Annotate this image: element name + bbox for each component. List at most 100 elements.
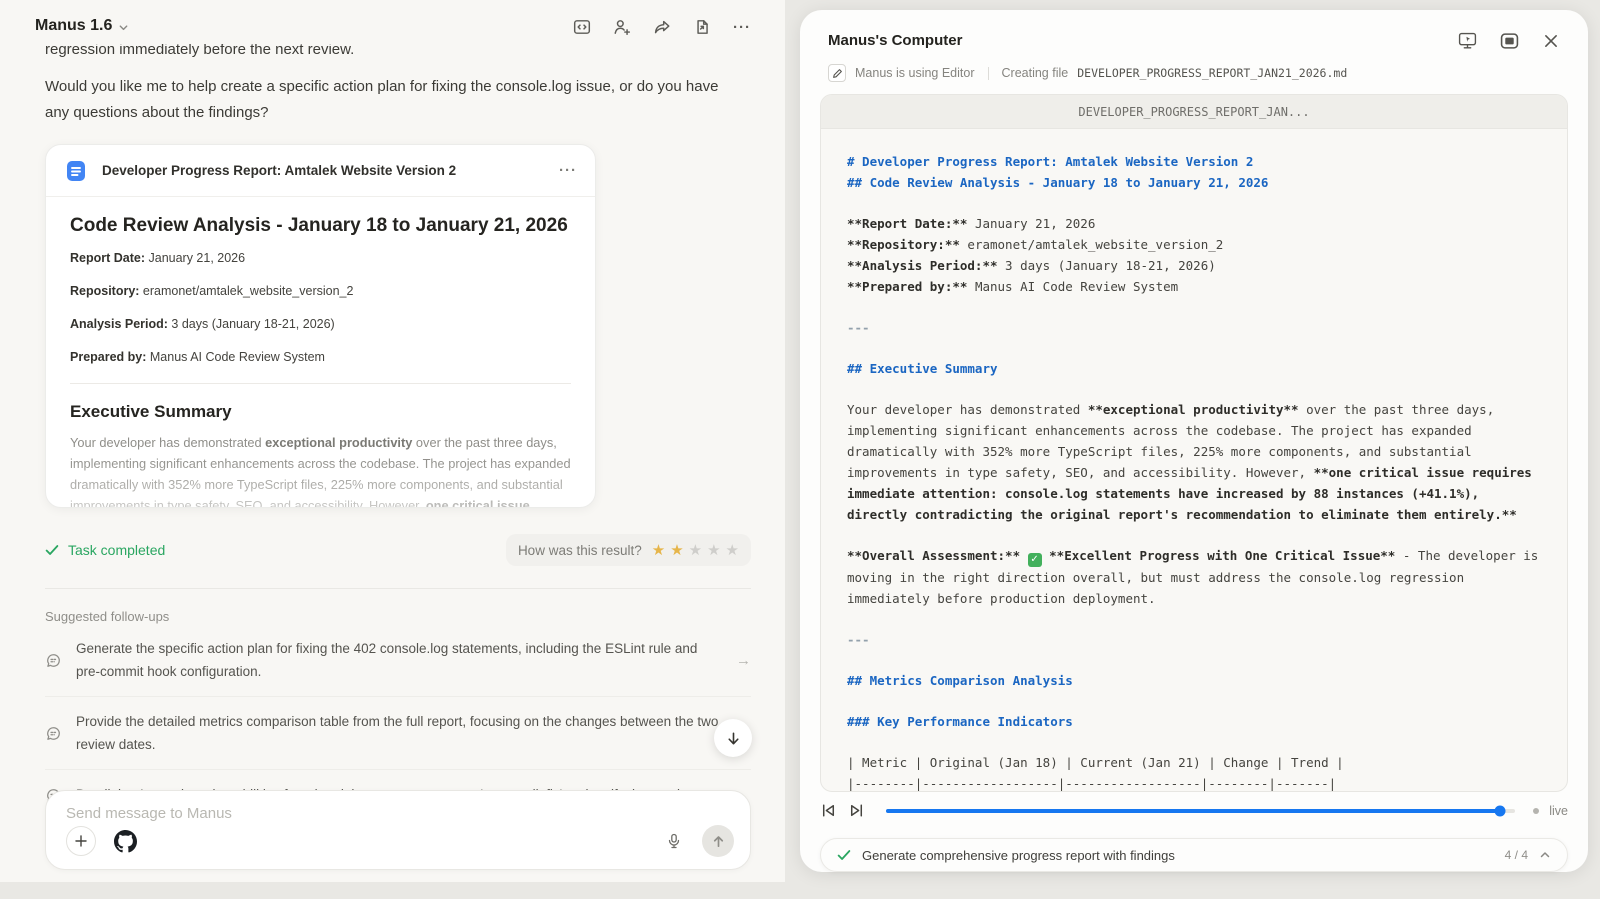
editor-line — [847, 525, 1541, 545]
code-window-icon[interactable] — [571, 16, 593, 38]
arrow-down-icon — [725, 730, 742, 747]
field-label: Repository: — [70, 284, 139, 298]
computer-panel-toolbar — [1456, 30, 1562, 52]
editor-line: **Repository:** eramonet/amtalek_website… — [847, 234, 1541, 255]
editor-line — [847, 193, 1541, 213]
chevron-up-icon[interactable] — [1539, 849, 1551, 861]
field-value: eramonet/amtalek_website_version_2 — [139, 284, 353, 298]
star-icon[interactable]: ★ — [670, 541, 683, 559]
new-file-icon[interactable] — [691, 16, 713, 38]
chat-pane: Manus 1.6 ··· regression immediately bef… — [0, 0, 785, 882]
share-icon[interactable] — [651, 16, 673, 38]
editor-line: # Developer Progress Report: Amtalek Web… — [847, 151, 1541, 172]
chat-header: Manus 1.6 ··· — [0, 0, 785, 44]
report-section-heading: Executive Summary — [70, 402, 571, 422]
status-filename: DEVELOPER_PROGRESS_REPORT_JAN21_2026.md — [1077, 66, 1347, 80]
computer-status-row: Manus is using Editor Creating file DEVE… — [828, 64, 1347, 82]
fullscreen-icon[interactable] — [1498, 30, 1520, 52]
rating-pill: How was this result? ★★★★★ — [506, 534, 751, 566]
message-input[interactable] — [66, 805, 666, 822]
send-button[interactable] — [702, 825, 734, 857]
microphone-icon[interactable] — [660, 827, 688, 855]
chat-bubble-icon — [45, 725, 62, 742]
divider — [45, 588, 751, 589]
computer-panel-title: Manus's Computer — [828, 32, 962, 49]
field-label: Analysis Period: — [70, 317, 168, 331]
progress-slider[interactable] — [886, 809, 1515, 813]
editor-line: |--------|------------------|-----------… — [847, 773, 1541, 792]
status-using-label: Manus is using Editor — [855, 66, 975, 80]
editor-tab-title: DEVELOPER_PROGRESS_REPORT_JAN... — [821, 95, 1567, 129]
playback-bar: live — [820, 802, 1568, 820]
followup-text: Generate the specific action plan for fi… — [76, 637, 722, 683]
field-value: Manus AI Code Review System — [146, 350, 325, 364]
editor-line — [847, 650, 1541, 670]
summary-bold: exceptional productivity — [265, 435, 412, 450]
report-card-menu-icon[interactable]: ··· — [559, 162, 577, 179]
editor-line: ## Metrics Comparison Analysis — [847, 670, 1541, 691]
report-attachment-card[interactable]: Developer Progress Report: Amtalek Websi… — [45, 144, 596, 508]
star-icon[interactable]: ★ — [652, 541, 665, 559]
skip-to-start-icon[interactable] — [820, 802, 838, 820]
editor-line: Your developer has demonstrated **except… — [847, 399, 1541, 525]
add-person-icon[interactable] — [611, 16, 633, 38]
task-progress-bar[interactable]: Generate comprehensive progress report w… — [820, 838, 1568, 872]
task-status-row: Task completed How was this result? ★★★★… — [45, 534, 751, 566]
skip-to-end-icon[interactable] — [848, 802, 866, 820]
editor-line: --- — [847, 317, 1541, 338]
star-icon[interactable]: ★ — [689, 541, 702, 559]
editor-line: **Report Date:** January 21, 2026 — [847, 213, 1541, 234]
report-card-header[interactable]: Developer Progress Report: Amtalek Websi… — [46, 145, 595, 197]
arrow-right-icon: → — [736, 652, 751, 669]
check-icon — [45, 544, 59, 556]
report-card-title: Developer Progress Report: Amtalek Websi… — [102, 163, 545, 178]
editor-line: **Prepared by:** Manus AI Code Review Sy… — [847, 276, 1541, 297]
editor-line — [847, 609, 1541, 629]
screen-view-icon[interactable] — [1456, 30, 1478, 52]
close-icon[interactable] — [1540, 30, 1562, 52]
star-icon[interactable]: ★ — [726, 541, 739, 559]
manus-computer-panel: Manus's Computer Manus is using Editor C… — [800, 10, 1588, 872]
status-action-label: Creating file — [1002, 66, 1069, 80]
editor-line: **Overall Assessment:** ✓ **Excellent Pr… — [847, 545, 1541, 609]
editor-tool-icon — [828, 64, 846, 82]
divider — [70, 383, 571, 384]
chevron-down-icon — [118, 22, 129, 33]
followup-item[interactable]: Provide the detailed metrics comparison … — [45, 697, 751, 770]
scroll-to-bottom-button[interactable] — [714, 719, 752, 757]
editor-line: | Metric | Original (Jan 18) | Current (… — [847, 752, 1541, 773]
session-title: Manus 1.6 — [35, 17, 112, 35]
task-completed: Task completed — [45, 542, 165, 558]
editor-line: ### Key Performance Indicators — [847, 711, 1541, 732]
editor-line: ## Code Review Analysis - January 18 to … — [847, 172, 1541, 193]
editor-line: ## Executive Summary — [847, 358, 1541, 379]
task-progress-text: Generate comprehensive progress report w… — [862, 848, 1494, 863]
chat-toolbar: ··· — [571, 16, 753, 38]
editor-line — [847, 732, 1541, 752]
progress-fill — [886, 809, 1500, 813]
editor-line: --- — [847, 629, 1541, 650]
summary-text: Your developer has demonstrated — [70, 435, 265, 450]
field-row: Report Date: January 21, 2026 — [70, 251, 571, 265]
more-options-icon[interactable]: ··· — [731, 16, 753, 38]
session-title-menu[interactable]: Manus 1.6 — [35, 17, 129, 35]
github-icon[interactable] — [110, 826, 140, 856]
field-value: January 21, 2026 — [145, 251, 245, 265]
editor-content[interactable]: # Developer Progress Report: Amtalek Web… — [821, 129, 1567, 792]
document-icon — [64, 159, 88, 183]
attach-button[interactable] — [66, 826, 96, 856]
followup-item[interactable]: Generate the specific action plan for fi… — [45, 624, 751, 697]
live-label: live — [1549, 804, 1568, 818]
check-icon — [837, 849, 851, 861]
chat-content: regression immediately before the next r… — [45, 38, 751, 819]
editor-line — [847, 338, 1541, 358]
editor-window: DEVELOPER_PROGRESS_REPORT_JAN... # Devel… — [820, 94, 1568, 792]
field-label: Report Date: — [70, 251, 145, 265]
divider — [988, 67, 989, 80]
live-dot-icon — [1533, 808, 1539, 814]
star-icon[interactable]: ★ — [707, 541, 720, 559]
progress-knob[interactable] — [1494, 806, 1505, 817]
report-summary: Your developer has demonstrated exceptio… — [70, 432, 571, 508]
report-card-body: Code Review Analysis - January 18 to Jan… — [46, 197, 595, 508]
followups-label: Suggested follow-ups — [45, 609, 751, 624]
